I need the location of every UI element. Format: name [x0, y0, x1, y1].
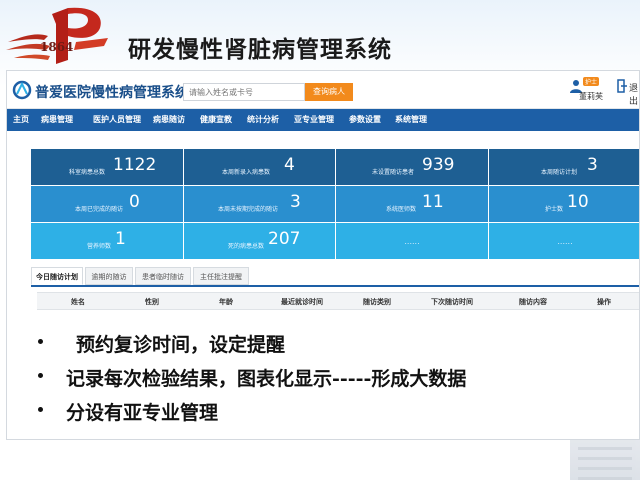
column-age[interactable]: 年龄: [219, 293, 233, 311]
app-name: 普爱医院慢性病管理系统: [35, 85, 189, 101]
tab-director-notes[interactable]: 主任批注提醒: [193, 267, 249, 285]
stat-completed-followup[interactable]: 本周已完成的随访 0: [31, 186, 183, 222]
stat-empty-2: ......: [489, 223, 639, 259]
column-followup-content[interactable]: 随访内容: [519, 293, 547, 311]
patient-search-input[interactable]: [183, 83, 305, 101]
nav-subspecialty[interactable]: 亚专业管理: [294, 109, 334, 131]
nav-home[interactable]: 主页: [13, 109, 29, 131]
nav-patient-followup[interactable]: 病患随访: [153, 109, 185, 131]
column-gender[interactable]: 性别: [145, 293, 159, 311]
stat-total-patients[interactable]: 科室病患总数 1122: [31, 149, 183, 185]
column-next-followup[interactable]: 下次随访时间: [431, 293, 473, 311]
followup-tabs: 今日随访计划 逾期的随访 患者临时随访 主任批注提醒: [31, 267, 639, 287]
column-actions[interactable]: 操作: [597, 293, 611, 311]
hospital-logo: 1864: [4, 2, 116, 68]
exit-icon[interactable]: [617, 79, 627, 93]
column-last-visit[interactable]: 最近就诊时间: [281, 293, 323, 311]
stat-weekly-plan[interactable]: 本周随访计划 3: [489, 149, 639, 185]
user-role-badge: 护士: [583, 77, 600, 86]
nav-patient-management[interactable]: 病患管理: [41, 109, 73, 131]
tab-overdue[interactable]: 逾期的随访: [85, 267, 133, 285]
app-header: 普爱医院慢性病管理系统 查询病人 护士 董莉芙 退出: [7, 71, 639, 109]
stat-doctors[interactable]: 系统医师数 11: [336, 186, 488, 222]
tab-temporary[interactable]: 患者临时随访: [135, 267, 191, 285]
stat-deceased-patients[interactable]: 死的病患总数 207: [184, 223, 335, 259]
stats-grid: 科室病患总数 1122 本周新录入病患数 4 未设置随访患者 939 本周随访计…: [31, 149, 639, 259]
bullet-dot-icon: [38, 339, 43, 344]
app-logo-icon: [12, 80, 32, 100]
logo-year-text: 1864: [40, 40, 74, 54]
stat-nurses[interactable]: 护士数 10: [489, 186, 639, 222]
nav-statistics[interactable]: 统计分析: [247, 109, 279, 131]
nav-staff-management[interactable]: 医护人员管理: [93, 109, 141, 131]
column-name[interactable]: 姓名: [71, 293, 85, 311]
search-patient-button[interactable]: 查询病人: [305, 83, 353, 101]
nav-parameters[interactable]: 参数设置: [349, 109, 381, 131]
nav-system[interactable]: 系统管理: [395, 109, 427, 131]
stat-new-patients[interactable]: 本周新录入病患数 4: [184, 149, 335, 185]
followup-table-header: 姓名 性别 年龄 最近就诊时间 随访类别 下次随访时间 随访内容 操作: [37, 292, 639, 311]
tab-today-plan[interactable]: 今日随访计划: [31, 267, 83, 285]
bullet-dot-icon: [38, 373, 43, 378]
bullet-dot-icon: [38, 407, 43, 412]
exit-link[interactable]: 退出: [629, 81, 639, 107]
column-followup-type[interactable]: 随访类别: [363, 293, 391, 311]
stat-overdue-followup[interactable]: 本周未按期完成的随访 3: [184, 186, 335, 222]
main-nav: 主页 病患管理 医护人员管理 病患随访 健康宣教 统计分析 亚专业管理 参数设置…: [7, 109, 639, 131]
user-name[interactable]: 董莉芙: [579, 91, 603, 102]
stat-dietitians[interactable]: 营养师数 1: [31, 223, 183, 259]
slide-title: 研发慢性肾脏病管理系统: [128, 37, 392, 63]
nav-health-education[interactable]: 健康宣教: [200, 109, 232, 131]
stat-empty-1: ......: [336, 223, 488, 259]
bullet-list: 预约复诊时间，设定提醒 记录每次检验结果，图表化显示-----形成大数据 分设有…: [30, 320, 598, 438]
stat-unset-followup[interactable]: 未设置随访患者 939: [336, 149, 488, 185]
